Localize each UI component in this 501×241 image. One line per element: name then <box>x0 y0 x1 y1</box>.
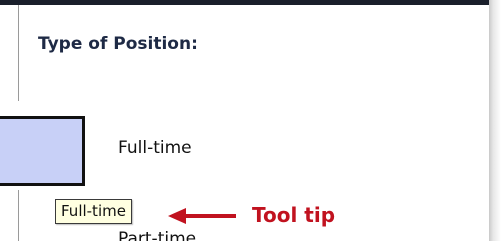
full-time-option-label: Full-time <box>118 138 192 158</box>
left-arrow-icon <box>168 208 236 224</box>
frame-right-shadow <box>489 0 501 241</box>
tooltip-callout-label: Tool tip <box>252 203 336 227</box>
position-type-heading: Type of Position: <box>38 34 198 54</box>
frame-left-border <box>18 5 19 101</box>
full-time-checkbox[interactable] <box>0 116 85 186</box>
frame-top-edge <box>0 0 489 5</box>
frame-left-border-lower <box>18 190 19 241</box>
tooltip-text: Full-time <box>61 202 126 220</box>
tooltip: Full-time <box>55 199 132 224</box>
screenshot-page: Type of Position: Full-time Part-time Fu… <box>0 0 501 241</box>
part-time-option-label: Part-time <box>118 229 197 241</box>
